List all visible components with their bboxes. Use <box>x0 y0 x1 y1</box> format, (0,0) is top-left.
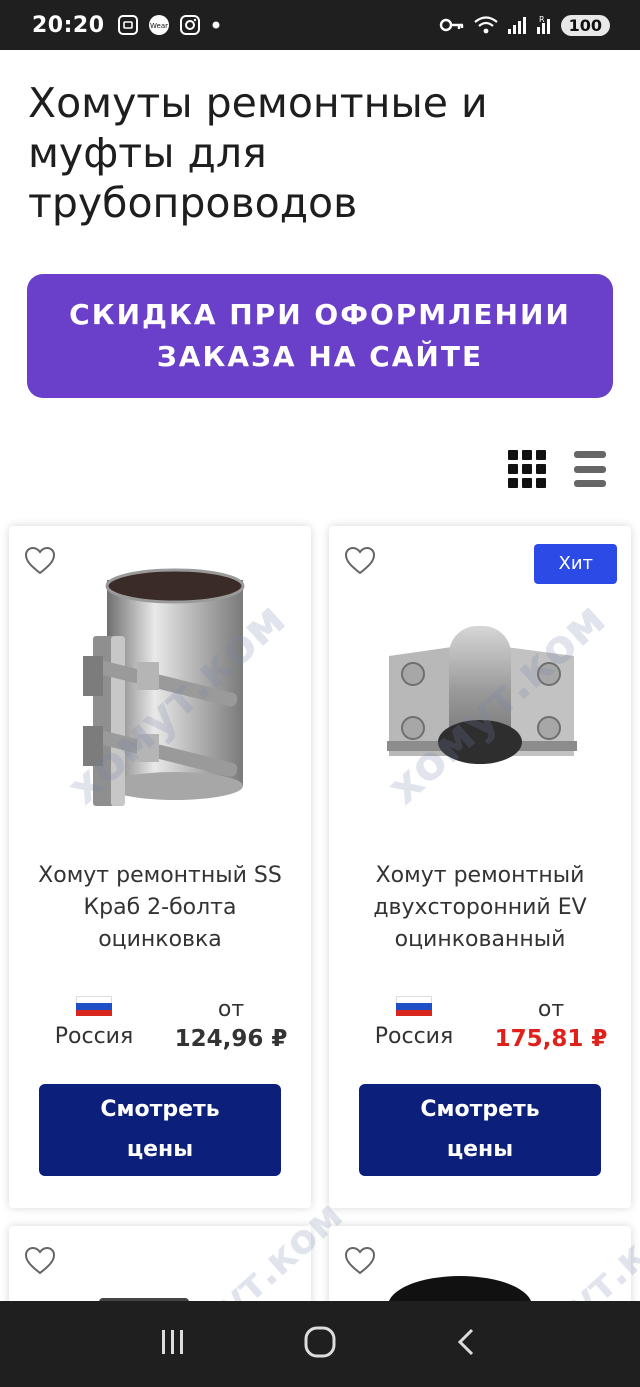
price-value: 175,81 ₽ <box>494 1026 608 1052</box>
russia-flag-icon <box>76 996 112 1016</box>
product-card[interactable]: Хит хомут.ком Хомут ремонтный двухсторон… <box>329 526 631 1208</box>
wifi-icon <box>473 14 499 36</box>
back-icon[interactable] <box>451 1326 483 1362</box>
status-time: 20:20 <box>32 12 105 38</box>
price-value: 124,96 ₽ <box>174 1026 288 1052</box>
home-icon[interactable] <box>303 1325 337 1363</box>
favorite-heart-icon[interactable] <box>343 1244 377 1278</box>
status-system-icons: R 100 <box>439 14 610 36</box>
promo-text: СКИДКА ПРИ ОФОРМЛЕНИИ ЗАКАЗА НА САЙТЕ <box>69 298 571 373</box>
favorite-heart-icon[interactable] <box>23 1244 57 1278</box>
price-block: от 124,96 ₽ <box>169 996 293 1052</box>
status-bar: 20:20 Wear R 100 <box>0 0 640 50</box>
price-prefix: от <box>537 997 565 1022</box>
svg-text:R: R <box>539 15 545 24</box>
dot-icon <box>209 14 223 36</box>
promo-banner[interactable]: СКИДКА ПРИ ОФОРМЛЕНИИ ЗАКАЗА НА САЙТЕ <box>27 274 613 398</box>
instagram-icon <box>179 14 201 36</box>
recent-apps-icon[interactable] <box>157 1326 189 1362</box>
grid-view-icon[interactable] <box>508 450 546 488</box>
product-image[interactable] <box>385 1266 535 1336</box>
system-navigation-bar <box>0 1301 640 1387</box>
battery-indicator: 100 <box>560 14 610 36</box>
page-title: Хомуты ремонтные и муфты для трубопровод… <box>28 79 488 227</box>
price-prefix: от <box>217 997 245 1022</box>
country-label: Россия <box>54 1024 134 1049</box>
product-name[interactable]: Хомут ремонтный SS Краб 2-болта оцинковк… <box>29 860 291 956</box>
signal-icon <box>507 14 527 36</box>
price-block: от 175,81 ₽ <box>489 996 613 1052</box>
product-name[interactable]: Хомут ремонтный двухсторонний EV оцинков… <box>349 860 611 956</box>
product-origin: Россия <box>369 996 459 1049</box>
screenshot-icon <box>117 14 139 36</box>
view-prices-button[interactable]: Смотреть цены <box>39 1084 281 1176</box>
signal-r-icon: R <box>535 14 553 36</box>
list-view-icon[interactable] <box>574 450 606 488</box>
russia-flag-icon <box>396 996 432 1016</box>
status-notification-icons: Wear <box>117 14 223 36</box>
wear-icon: Wear <box>147 14 171 36</box>
product-card[interactable]: хомут.ком Хомут ремонтный SS Краб 2-болт… <box>9 526 311 1208</box>
view-toggle <box>508 450 606 488</box>
svg-text:Wear: Wear <box>150 22 168 30</box>
view-prices-button[interactable]: Смотреть цены <box>359 1084 601 1176</box>
key-icon <box>439 14 465 36</box>
product-origin: Россия <box>49 996 139 1049</box>
country-label: Россия <box>374 1024 454 1049</box>
